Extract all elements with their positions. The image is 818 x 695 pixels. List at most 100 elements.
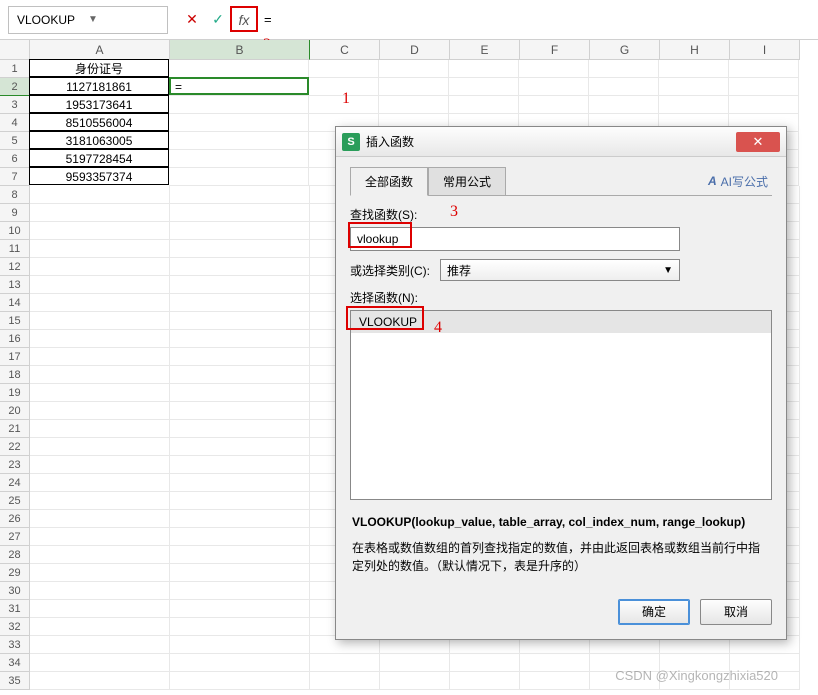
- cell[interactable]: [729, 60, 799, 78]
- cell[interactable]: [30, 312, 170, 330]
- cell[interactable]: [589, 60, 659, 78]
- row-header[interactable]: 6: [0, 150, 30, 168]
- cell[interactable]: [170, 294, 310, 312]
- cell[interactable]: [170, 654, 310, 672]
- row-header[interactable]: 24: [0, 474, 30, 492]
- cell[interactable]: [170, 384, 310, 402]
- cell[interactable]: [520, 654, 590, 672]
- cell[interactable]: [30, 582, 170, 600]
- cell[interactable]: [520, 672, 590, 690]
- cell[interactable]: [310, 654, 380, 672]
- cell[interactable]: [659, 60, 729, 78]
- cell[interactable]: [170, 402, 310, 420]
- cell[interactable]: [379, 78, 449, 96]
- row-header[interactable]: 19: [0, 384, 30, 402]
- cell[interactable]: [30, 636, 170, 654]
- row-header[interactable]: 13: [0, 276, 30, 294]
- cell[interactable]: [170, 420, 310, 438]
- cell[interactable]: [30, 672, 170, 690]
- row-header[interactable]: 16: [0, 330, 30, 348]
- cell[interactable]: [30, 222, 170, 240]
- cell[interactable]: [170, 276, 310, 294]
- row-header[interactable]: 29: [0, 564, 30, 582]
- cell[interactable]: [30, 654, 170, 672]
- cell[interactable]: [519, 60, 589, 78]
- row-header[interactable]: 2: [0, 78, 30, 96]
- row-header[interactable]: 21: [0, 420, 30, 438]
- cell[interactable]: [170, 510, 310, 528]
- cell[interactable]: [30, 366, 170, 384]
- row-header[interactable]: 5: [0, 132, 30, 150]
- cell[interactable]: [450, 654, 520, 672]
- cell[interactable]: [170, 636, 310, 654]
- close-button[interactable]: ✕: [736, 132, 780, 152]
- cancel-formula-button[interactable]: ✕: [180, 8, 204, 32]
- cell[interactable]: [170, 258, 310, 276]
- function-listbox[interactable]: VLOOKUP: [350, 310, 772, 500]
- cell[interactable]: [309, 60, 379, 78]
- cell[interactable]: [30, 600, 170, 618]
- cell[interactable]: 5197728454: [29, 149, 169, 167]
- cell[interactable]: [379, 60, 449, 78]
- cell[interactable]: [169, 168, 309, 186]
- cell[interactable]: [170, 348, 310, 366]
- cell[interactable]: [170, 618, 310, 636]
- cell[interactable]: [30, 474, 170, 492]
- cell[interactable]: [170, 456, 310, 474]
- cell[interactable]: [30, 492, 170, 510]
- row-header[interactable]: 1: [0, 60, 30, 78]
- cell[interactable]: [170, 222, 310, 240]
- cell[interactable]: [30, 348, 170, 366]
- row-header[interactable]: 23: [0, 456, 30, 474]
- list-item[interactable]: VLOOKUP: [351, 311, 771, 333]
- cell[interactable]: [589, 78, 659, 96]
- column-header[interactable]: G: [590, 40, 660, 60]
- cell[interactable]: [30, 564, 170, 582]
- column-header[interactable]: C: [310, 40, 380, 60]
- confirm-formula-button[interactable]: ✓: [206, 8, 230, 32]
- row-header[interactable]: 30: [0, 582, 30, 600]
- cell[interactable]: [449, 60, 519, 78]
- cell[interactable]: [30, 240, 170, 258]
- row-header[interactable]: 28: [0, 546, 30, 564]
- cell[interactable]: [170, 492, 310, 510]
- cell[interactable]: [170, 240, 310, 258]
- cell[interactable]: [310, 672, 380, 690]
- dialog-titlebar[interactable]: S 插入函数 ✕: [336, 127, 786, 157]
- row-header[interactable]: 8: [0, 186, 30, 204]
- row-header[interactable]: 12: [0, 258, 30, 276]
- row-header[interactable]: 35: [0, 672, 30, 690]
- row-header[interactable]: 33: [0, 636, 30, 654]
- ai-formula-link[interactable]: A AI写公式: [708, 173, 772, 190]
- cell[interactable]: 身份证号: [29, 59, 169, 77]
- row-header[interactable]: 31: [0, 600, 30, 618]
- cell[interactable]: [170, 546, 310, 564]
- cell[interactable]: [170, 366, 310, 384]
- search-input[interactable]: [350, 227, 680, 251]
- cell[interactable]: [169, 132, 309, 150]
- row-header[interactable]: 22: [0, 438, 30, 456]
- tab-common-formulas[interactable]: 常用公式: [428, 167, 506, 196]
- cell[interactable]: [30, 186, 170, 204]
- cell[interactable]: [380, 654, 450, 672]
- column-header[interactable]: I: [730, 40, 800, 60]
- cell[interactable]: [170, 186, 310, 204]
- cell[interactable]: 1127181861: [29, 77, 169, 95]
- name-box[interactable]: VLOOKUP ▼: [8, 6, 168, 34]
- cell[interactable]: [30, 402, 170, 420]
- cell[interactable]: [589, 96, 659, 114]
- cell[interactable]: 8510556004: [29, 113, 169, 131]
- cell[interactable]: [169, 96, 309, 114]
- cell[interactable]: [30, 258, 170, 276]
- cell[interactable]: [169, 60, 309, 78]
- cancel-button[interactable]: 取消: [700, 599, 772, 625]
- row-header[interactable]: 10: [0, 222, 30, 240]
- cell[interactable]: [379, 96, 449, 114]
- column-header[interactable]: B: [170, 40, 310, 60]
- row-header[interactable]: 4: [0, 114, 30, 132]
- cell[interactable]: [449, 96, 519, 114]
- cell[interactable]: [519, 78, 589, 96]
- cell[interactable]: [30, 204, 170, 222]
- cell[interactable]: [170, 438, 310, 456]
- cell[interactable]: 1953173641: [29, 95, 169, 113]
